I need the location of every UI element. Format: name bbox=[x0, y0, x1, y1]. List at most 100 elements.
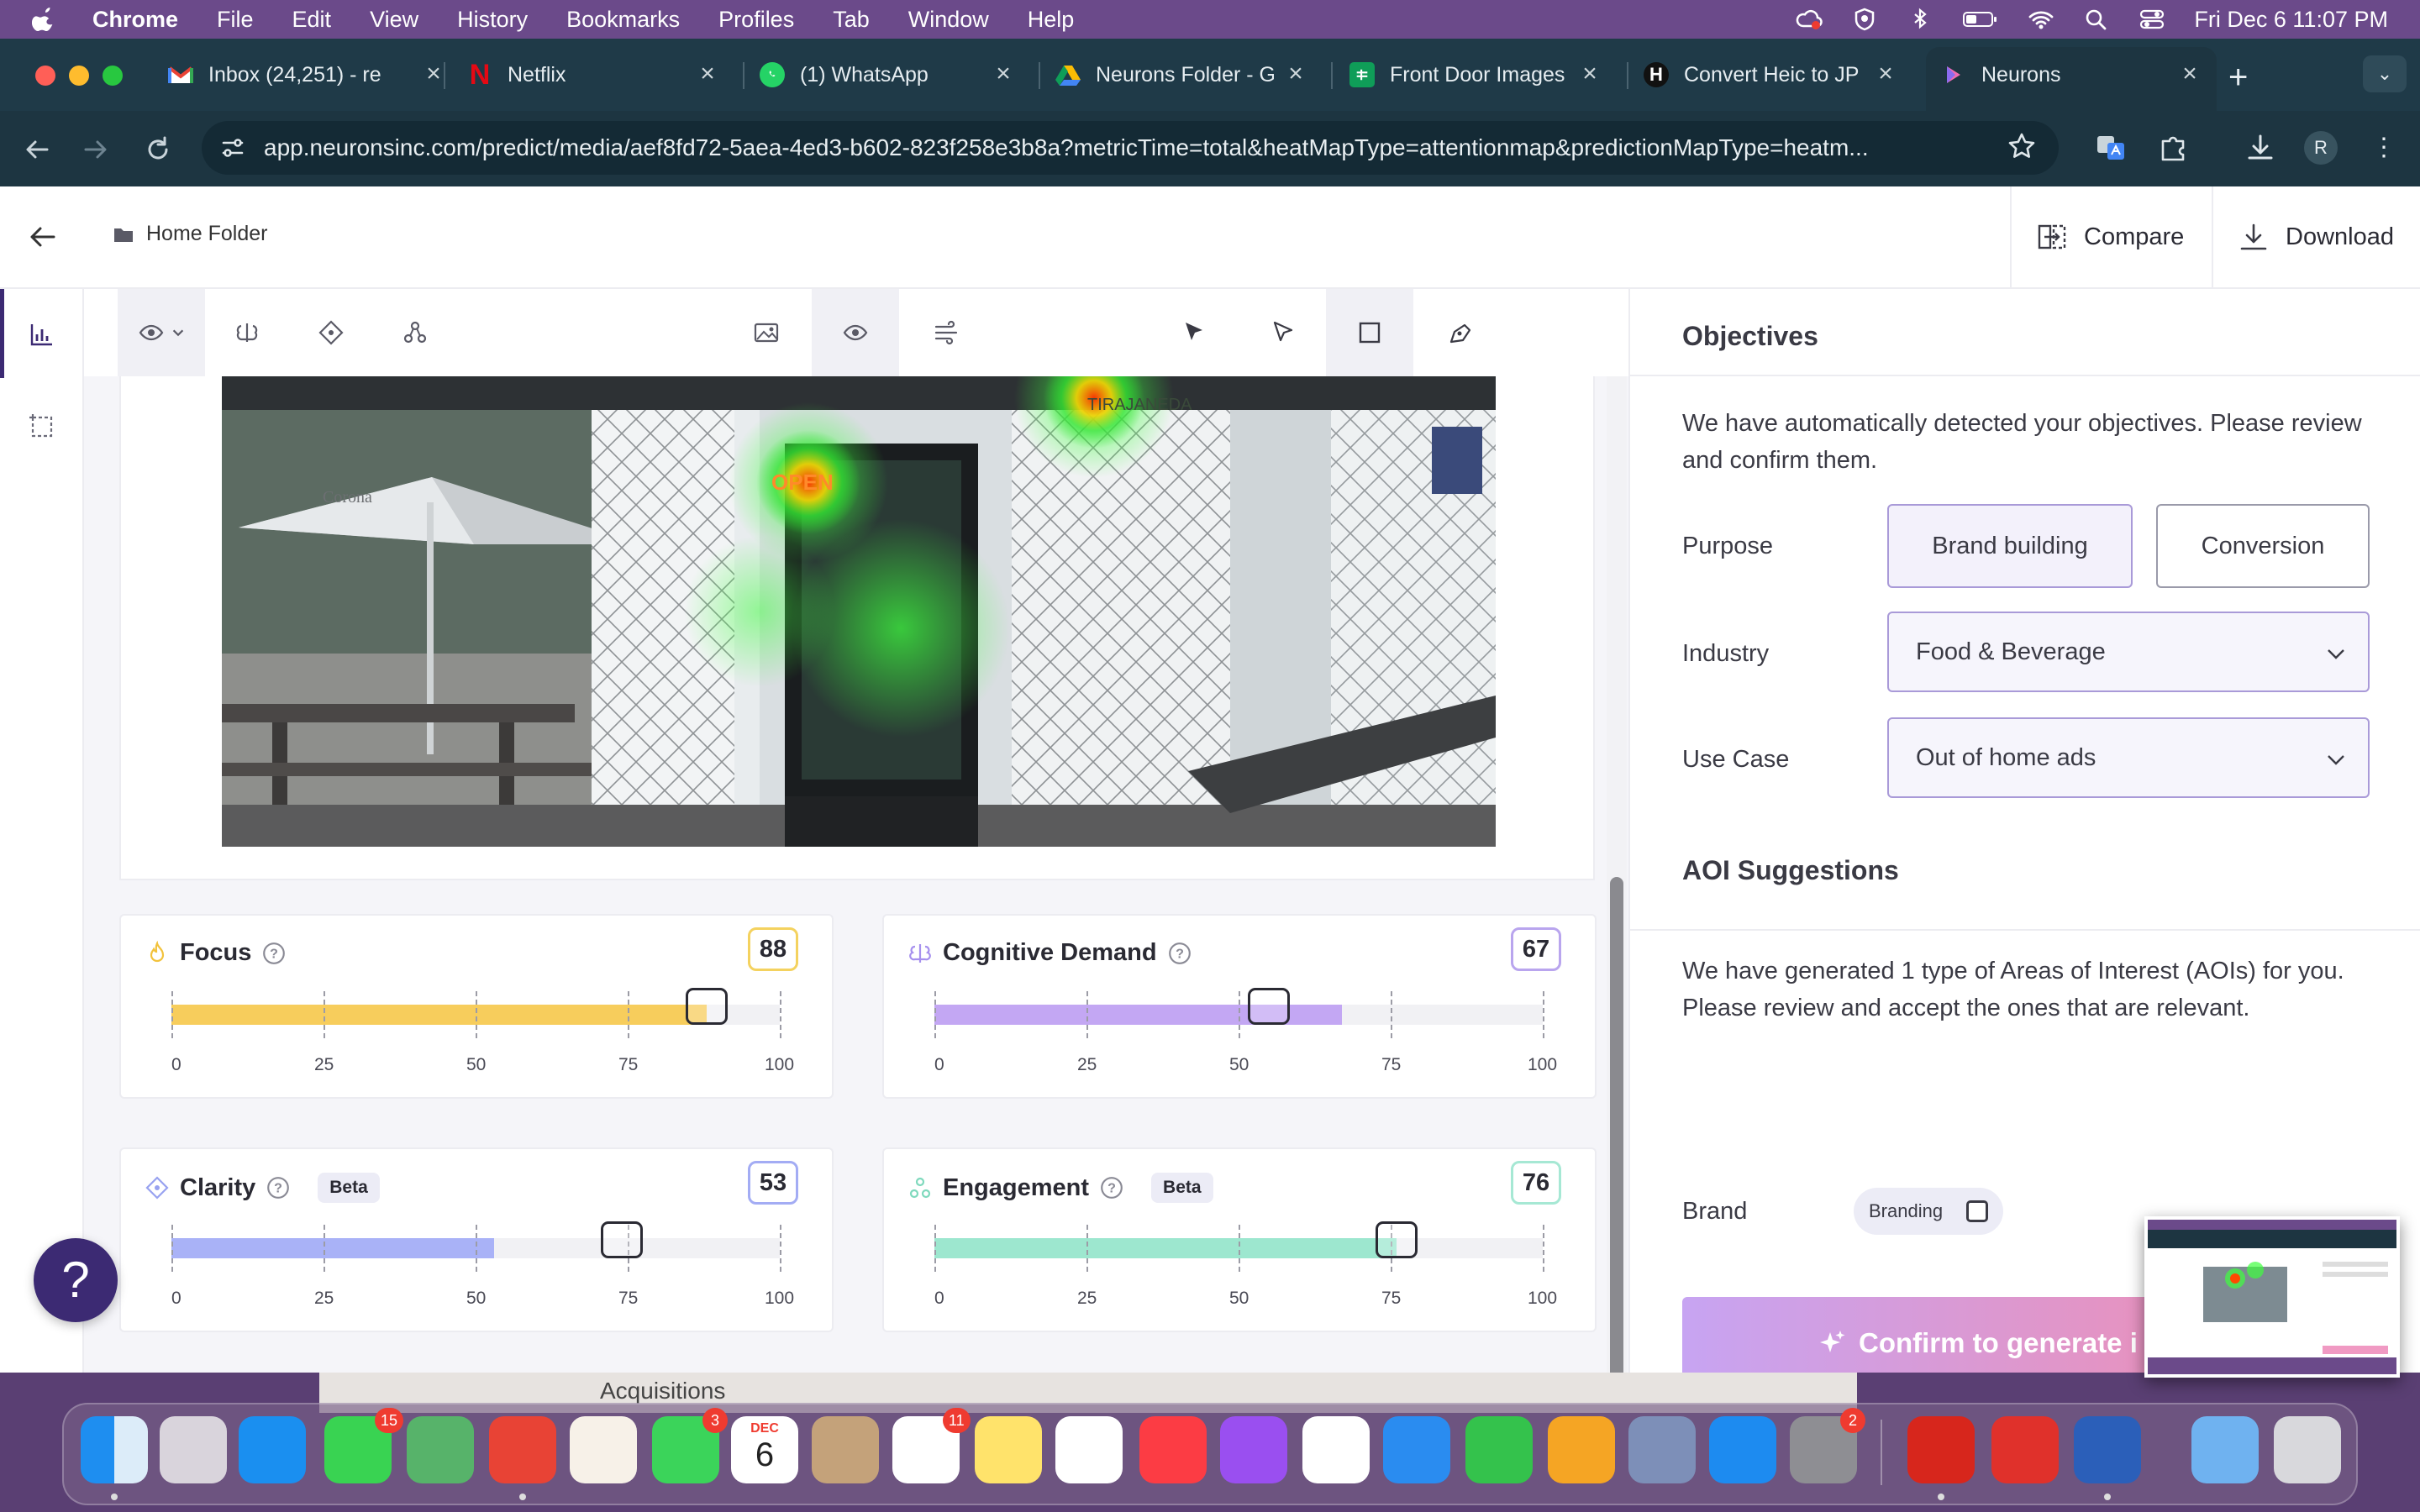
address-bar[interactable]: app.neuronsinc.com/predict/media/aef8fd7… bbox=[202, 121, 2059, 175]
tab-google-drive[interactable]: Neurons Folder - G × bbox=[1055, 52, 1307, 97]
profile-avatar[interactable]: R bbox=[2304, 131, 2338, 165]
close-icon[interactable]: × bbox=[1284, 61, 1307, 87]
wifi-icon[interactable] bbox=[2028, 8, 2054, 31]
menu-window[interactable]: Window bbox=[908, 7, 989, 33]
apple-icon[interactable] bbox=[32, 7, 57, 32]
freeform-icon[interactable] bbox=[1055, 1416, 1123, 1483]
numbers-icon[interactable] bbox=[1465, 1416, 1533, 1483]
bluetooth-icon[interactable] bbox=[1907, 8, 1933, 31]
battery-icon[interactable] bbox=[1962, 8, 1999, 31]
metric-benchmark-handle[interactable] bbox=[1376, 1221, 1418, 1258]
calendar-icon[interactable]: DEC 6 bbox=[731, 1416, 798, 1483]
finder-icon[interactable] bbox=[81, 1416, 148, 1483]
use-case-select[interactable]: Out of home ads bbox=[1887, 717, 2370, 798]
clarity-view-button[interactable] bbox=[308, 309, 355, 356]
close-icon[interactable]: × bbox=[1578, 61, 1602, 87]
purpose-conversion-option[interactable]: Conversion bbox=[2156, 504, 2370, 588]
tab-neurons-active[interactable]: Neurons × bbox=[1941, 52, 2202, 97]
news-icon[interactable] bbox=[1302, 1416, 1370, 1483]
vpn-app-icon[interactable] bbox=[1991, 1416, 2059, 1483]
help-circle-icon[interactable]: ? bbox=[261, 941, 287, 966]
chrome-menu-icon[interactable]: ⋮ bbox=[2371, 131, 2396, 165]
menu-history[interactable]: History bbox=[457, 7, 528, 33]
heatmap-image[interactable]: Corona OPEN TIRAJANEDA bbox=[222, 376, 1496, 847]
industry-select[interactable]: Food & Beverage bbox=[1887, 612, 2370, 692]
menu-profiles[interactable]: Profiles bbox=[718, 7, 794, 33]
music-icon[interactable] bbox=[1139, 1416, 1207, 1483]
menu-view[interactable]: View bbox=[370, 7, 418, 33]
bar-chart-icon[interactable] bbox=[27, 319, 57, 349]
breadcrumb[interactable]: Home Folder bbox=[113, 222, 268, 246]
back-icon[interactable] bbox=[20, 133, 54, 166]
translate-icon[interactable] bbox=[2094, 131, 2128, 165]
maps-icon[interactable] bbox=[407, 1416, 474, 1483]
purpose-brand-building-option[interactable]: Brand building bbox=[1887, 504, 2133, 588]
safari-icon[interactable] bbox=[239, 1416, 306, 1483]
creative-cloud-icon[interactable] bbox=[1796, 8, 1823, 31]
bookmark-star-icon[interactable] bbox=[2007, 131, 2037, 161]
tab-search-chevron-icon[interactable]: ⌄ bbox=[2363, 55, 2407, 92]
tab-whatsapp[interactable]: (1) WhatsApp × bbox=[760, 52, 1015, 97]
forward-icon[interactable] bbox=[79, 133, 113, 166]
tab-netflix[interactable]: N Netflix × bbox=[467, 52, 719, 97]
tab-google-sheets[interactable]: Front Door Images × bbox=[1349, 52, 1602, 97]
window-minimize-button[interactable] bbox=[69, 66, 89, 86]
close-icon[interactable]: × bbox=[422, 61, 445, 87]
branding-checkbox[interactable] bbox=[1966, 1200, 1988, 1222]
help-circle-icon[interactable]: ? bbox=[266, 1175, 291, 1200]
site-settings-icon[interactable] bbox=[218, 134, 247, 162]
app-store-icon[interactable] bbox=[1709, 1416, 1776, 1483]
compare-button[interactable]: Compare bbox=[2010, 186, 2212, 287]
reload-icon[interactable] bbox=[141, 133, 175, 166]
download-button[interactable]: Download bbox=[2212, 186, 2420, 287]
remote-desktop-icon[interactable] bbox=[1628, 1416, 1696, 1483]
notes-icon[interactable] bbox=[975, 1416, 1042, 1483]
fog-view-button[interactable] bbox=[923, 309, 970, 356]
menu-app-name[interactable]: Chrome bbox=[92, 7, 178, 33]
help-chat-button[interactable]: ? bbox=[34, 1238, 118, 1322]
metric-benchmark-handle[interactable] bbox=[1248, 988, 1291, 1025]
trash-icon[interactable] bbox=[2274, 1416, 2341, 1483]
tab-gmail[interactable]: Inbox (24,251) - re × bbox=[168, 52, 445, 97]
aoi-region-icon[interactable] bbox=[27, 412, 57, 442]
menu-help[interactable]: Help bbox=[1028, 7, 1075, 33]
menu-bookmarks[interactable]: Bookmarks bbox=[566, 7, 680, 33]
rectangle-tool-button[interactable] bbox=[1326, 289, 1413, 376]
menu-tab[interactable]: Tab bbox=[833, 7, 870, 33]
help-circle-icon[interactable]: ? bbox=[1167, 941, 1192, 966]
extensions-icon[interactable] bbox=[2156, 131, 2190, 165]
keynote-icon[interactable] bbox=[1383, 1416, 1450, 1483]
menu-file[interactable]: File bbox=[217, 7, 254, 33]
tab-heic-converter[interactable]: H Convert Heic to JP × bbox=[1644, 52, 1897, 97]
control-center-icon[interactable] bbox=[2139, 8, 2165, 31]
pages-icon[interactable] bbox=[1548, 1416, 1615, 1483]
original-image-button[interactable] bbox=[743, 309, 790, 356]
window-zoom-button[interactable] bbox=[103, 66, 123, 86]
podcasts-icon[interactable] bbox=[1220, 1416, 1287, 1483]
vpn-shield-icon[interactable] bbox=[1851, 8, 1878, 31]
back-arrow-icon[interactable] bbox=[25, 220, 59, 254]
close-icon[interactable]: × bbox=[1874, 61, 1897, 87]
branding-chip[interactable]: Branding bbox=[1854, 1188, 2003, 1235]
scrollbar-thumb[interactable] bbox=[1610, 877, 1623, 1373]
new-tab-button[interactable]: + bbox=[2228, 59, 2248, 97]
chrome-icon[interactable] bbox=[489, 1416, 556, 1483]
acrobat-icon[interactable] bbox=[1907, 1416, 1975, 1483]
word-icon[interactable] bbox=[2074, 1416, 2141, 1483]
engagement-view-button[interactable] bbox=[392, 309, 439, 356]
downloads-folder-icon[interactable] bbox=[2191, 1416, 2259, 1483]
menubar-clock[interactable]: Fri Dec 6 11:07 PM bbox=[2194, 7, 2388, 33]
close-icon[interactable]: × bbox=[696, 61, 719, 87]
heatmap-view-button[interactable] bbox=[812, 289, 899, 376]
metric-benchmark-handle[interactable] bbox=[686, 988, 729, 1025]
downloads-icon[interactable] bbox=[2244, 131, 2277, 165]
pen-tool-button[interactable] bbox=[1437, 309, 1484, 356]
close-icon[interactable]: × bbox=[992, 61, 1015, 87]
results-scrollbar[interactable] bbox=[1607, 376, 1627, 1373]
metric-benchmark-handle[interactable] bbox=[600, 1221, 643, 1258]
menu-edit[interactable]: Edit bbox=[292, 7, 332, 33]
spotlight-search-icon[interactable] bbox=[2083, 8, 2110, 31]
screenshot-preview-thumbnail[interactable] bbox=[2144, 1216, 2400, 1378]
select-tool-button[interactable] bbox=[1170, 309, 1217, 356]
photos-icon[interactable] bbox=[570, 1416, 637, 1483]
